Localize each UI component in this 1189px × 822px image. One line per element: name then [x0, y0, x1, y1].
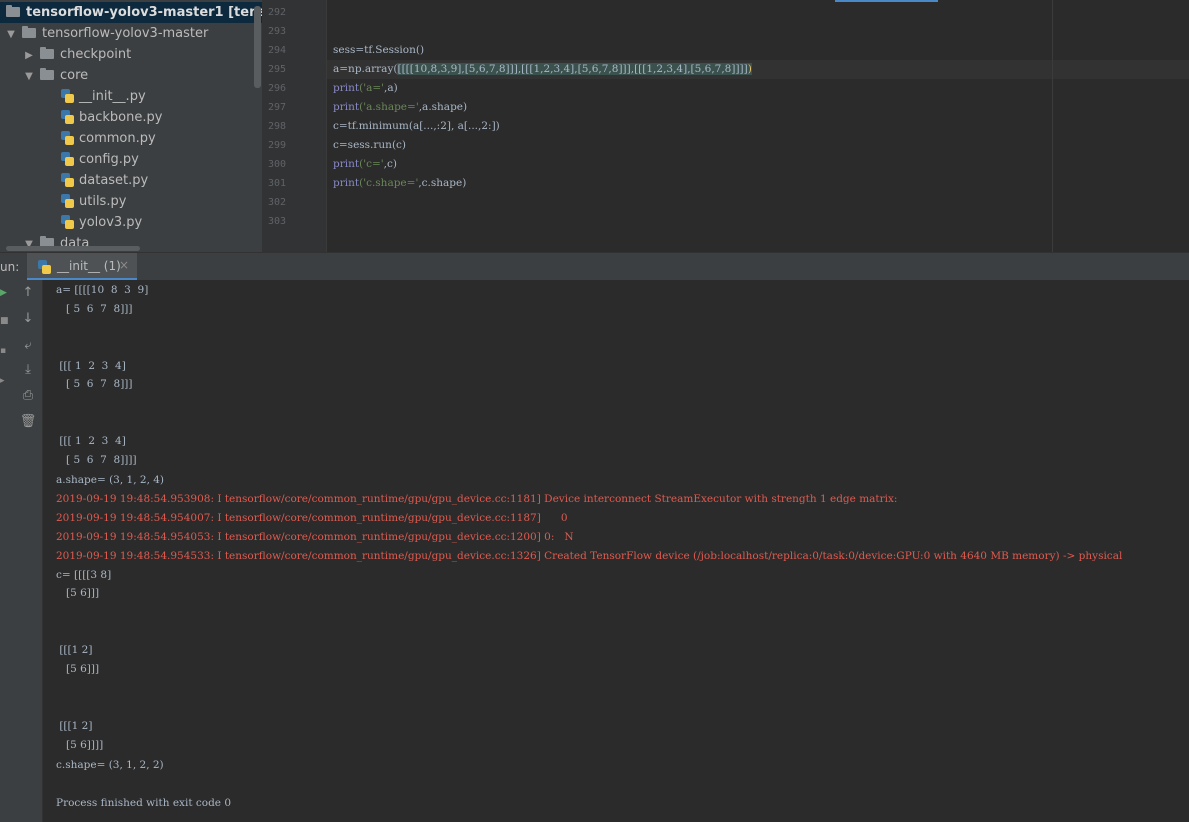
console-line: [5 6]]] — [56, 587, 100, 599]
python-file-icon — [60, 89, 74, 103]
tree-horizontal-scrollbar[interactable] — [6, 246, 140, 251]
tree-item-config-py[interactable]: config.py — [60, 149, 139, 170]
run-tab-init[interactable]: __init__ (1) × — [27, 253, 137, 281]
line-number: 297 — [267, 102, 286, 113]
line-number-gutter: 292 293 294 295 296 297 298 299 300 301 … — [262, 0, 327, 252]
tree-item-common-py[interactable]: common.py — [60, 128, 156, 149]
tree-item-dataset-py[interactable]: dataset.py — [60, 170, 148, 191]
console-line: [[[1 2] — [56, 720, 93, 732]
console-log-line: 2019-09-19 19:48:54.954533: I tensorflow… — [56, 550, 1123, 562]
active-tab-indicator — [835, 0, 938, 2]
code-line-296: print('a=',a) — [333, 82, 398, 94]
console-line: [[[ 1 2 3 4] — [56, 360, 126, 372]
console-line: c= [[[[3 8] — [56, 569, 112, 581]
console-log-line: 2019-09-19 19:48:54.953908: I tensorflow… — [56, 493, 898, 505]
console-line: [5 6]]] — [56, 663, 100, 675]
folder-icon — [40, 68, 54, 80]
layout-icon[interactable]: ▪ — [0, 346, 8, 356]
run-tab-label: __init__ (1) — [57, 259, 121, 273]
chevron-right-icon[interactable]: ▶ — [22, 45, 36, 66]
tree-item-tensorflow-yolov3-master[interactable]: ▼ tensorflow-yolov3-master — [0, 23, 208, 44]
console-exit-line: Process finished with exit code 0 — [56, 797, 232, 809]
line-number: 299 — [267, 140, 286, 151]
code-line-300: print('c=',c) — [333, 158, 397, 170]
right-margin-guide — [1052, 0, 1053, 252]
python-icon — [38, 260, 51, 274]
tree-vertical-scrollbar[interactable] — [254, 6, 261, 88]
console-line: [[[1 2] — [56, 644, 93, 656]
tree-item-project-root[interactable]: tensorflow-yolov3-master1 [tensorflow-y — [0, 2, 262, 23]
python-file-icon — [60, 173, 74, 187]
console-log-line: 2019-09-19 19:48:54.954007: I tensorflow… — [56, 512, 568, 524]
tree-item-core[interactable]: ▼ core — [0, 65, 88, 86]
close-icon[interactable]: × — [119, 258, 129, 272]
code-line-297: print('a.shape=',a.shape) — [333, 101, 468, 113]
code-line-294: sess=tf.Session() — [333, 44, 425, 56]
folder-icon — [22, 26, 36, 38]
print-icon[interactable]: ⎙ — [19, 388, 37, 404]
console-line: [ 5 6 7 8]]] — [56, 378, 133, 390]
console-log-line: 2019-09-19 19:48:54.954053: I tensorflow… — [56, 531, 574, 543]
arrow-down-icon[interactable]: ↓ — [19, 311, 37, 327]
trash-icon[interactable]: 🗑 — [19, 414, 37, 430]
chevron-down-icon[interactable]: ▼ — [22, 66, 36, 87]
console-line: [5 6]]]] — [56, 739, 104, 751]
line-number: 298 — [267, 121, 286, 132]
python-file-icon — [60, 194, 74, 208]
line-number: 292 — [267, 7, 286, 18]
tree-item-utils-py[interactable]: utils.py — [60, 191, 126, 212]
tree-item-backbone-py[interactable]: backbone.py — [60, 107, 162, 128]
code-line-298: c=tf.minimum(a[...,:2], a[...,2:]) — [333, 120, 500, 132]
console-toolbar: ↑ ↓ ⤶ ⤓ ⎙ 🗑 — [10, 280, 43, 822]
line-number: 293 — [267, 26, 286, 37]
line-number: 296 — [267, 83, 286, 94]
run-panel-label: un: — [0, 260, 20, 274]
line-number: 300 — [267, 159, 286, 170]
arrow-up-icon[interactable]: ↑ — [19, 285, 37, 301]
line-number: 301 — [267, 178, 286, 189]
run-left-toolbar: ▶ ■ ▪ ▸ — [0, 280, 10, 822]
tree-item-yolov3-py[interactable]: yolov3.py — [60, 212, 142, 233]
line-number: 303 — [267, 216, 286, 227]
python-file-icon — [60, 152, 74, 166]
console-output[interactable]: a= [[[[10 8 3 9] [ 5 6 7 8]]] [[[ 1 2 3 … — [43, 280, 1189, 822]
line-number: 302 — [267, 197, 286, 208]
line-number: 294 — [267, 45, 286, 56]
rerun-icon[interactable]: ▶ — [0, 288, 8, 298]
scroll-to-end-icon[interactable]: ⤓ — [19, 362, 37, 378]
folder-icon — [40, 47, 54, 59]
line-number: 295 — [267, 64, 286, 75]
project-tree: tensorflow-yolov3-master1 [tensorflow-y … — [0, 0, 262, 252]
tree-item-checkpoint[interactable]: ▶ checkpoint — [0, 44, 131, 65]
code-line-295: a=np.array([[[[10,8,3,9],[5,6,7,8]]],[[[… — [333, 63, 752, 75]
tree-item-init-py[interactable]: __init__.py — [60, 86, 146, 107]
python-file-icon — [60, 110, 74, 124]
console-line: [[[ 1 2 3 4] — [56, 435, 126, 447]
run-panel-header: un: __init__ (1) × — [0, 252, 1189, 282]
code-line-301: print('c.shape=',c.shape) — [333, 177, 467, 189]
python-file-icon — [60, 131, 74, 145]
code-line-299: c=sess.run(c) — [333, 139, 407, 151]
python-file-icon — [60, 215, 74, 229]
stop-icon[interactable]: ■ — [0, 316, 9, 326]
chevron-down-icon[interactable]: ▼ — [4, 24, 18, 45]
console-line: a.shape= (3, 1, 2, 4) — [56, 474, 165, 486]
code-editor[interactable]: 292 293 294 295 296 297 298 299 300 301 … — [262, 0, 1189, 252]
console-line: [ 5 6 7 8]]] — [56, 303, 133, 315]
soft-wrap-icon[interactable]: ⤶ — [19, 338, 37, 354]
console-line: [ 5 6 7 8]]]] — [56, 454, 137, 466]
pin-icon[interactable]: ▸ — [0, 376, 8, 386]
folder-icon — [6, 5, 20, 17]
console-line: a= [[[[10 8 3 9] — [56, 284, 149, 296]
console-line: c.shape= (3, 1, 2, 2) — [56, 759, 164, 771]
